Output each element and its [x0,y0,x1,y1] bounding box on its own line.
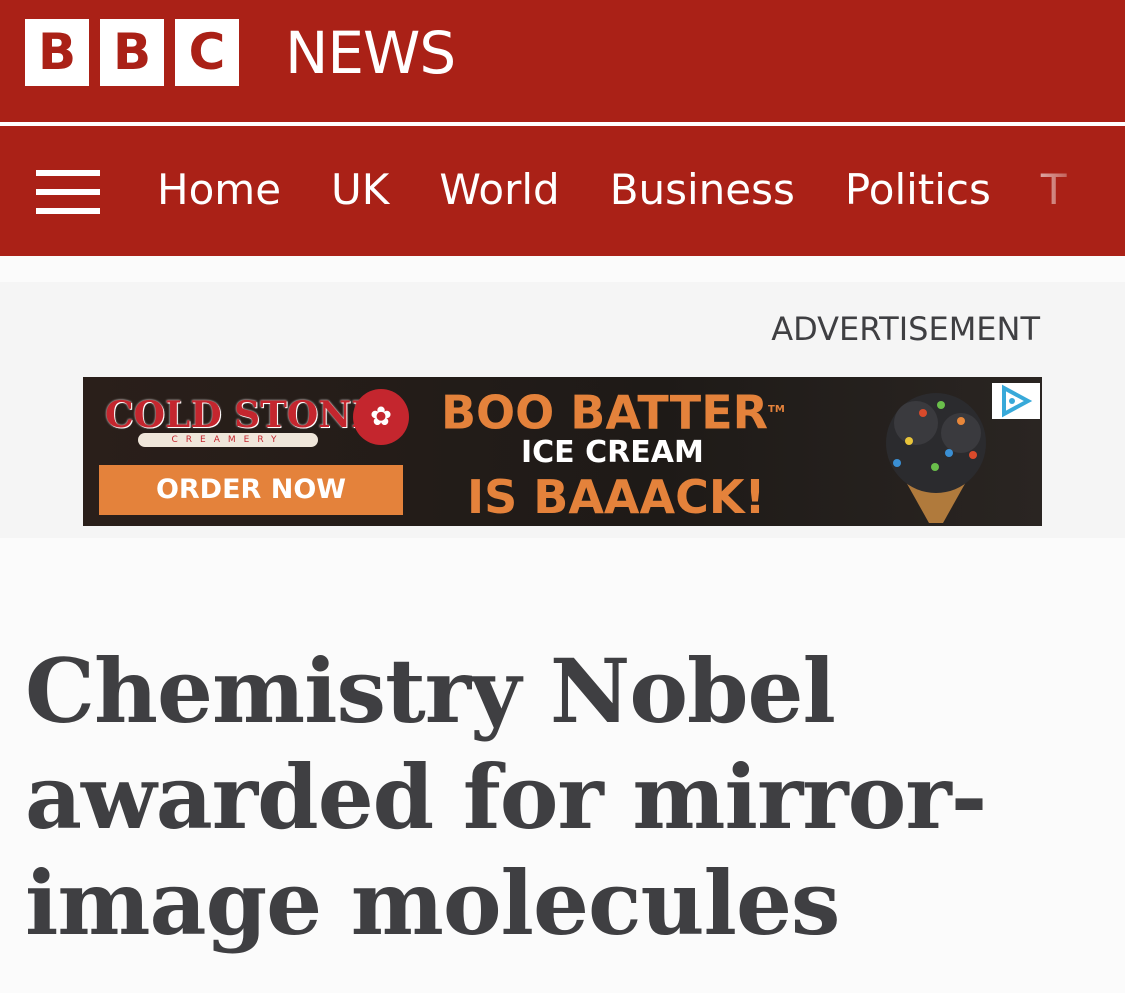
nav-item-business[interactable]: Business [610,164,795,216]
ad-headline-line3: IS BAAACK! [467,470,766,524]
ad-line1-text: BOO BATTER [441,385,769,440]
nav-item-world[interactable]: World [439,164,559,216]
ad-headline-line1: BOO BATTERTM [441,381,785,441]
nav-item-uk[interactable]: UK [331,164,389,216]
ice-cream-cone-image [886,393,986,523]
adchoices-triangle-icon [1002,384,1033,418]
logo-letter-c: C [175,19,239,86]
news-wordmark[interactable]: NEWS [285,15,456,91]
nav-item-partial[interactable]: T [1041,164,1067,216]
primary-nav: Home UK World Business Politics T [0,126,1125,256]
nav-items: Home UK World Business Politics T [157,164,1117,216]
adchoices-icon[interactable] [992,383,1040,419]
bbc-logo[interactable]: B B C [25,19,239,86]
hamburger-menu-icon[interactable] [36,170,100,214]
ad-brand-subtitle: CREAMERY [138,433,318,447]
nav-item-home[interactable]: Home [157,164,281,216]
ad-headline-line2: ICE CREAM [521,435,704,470]
ad-trademark: TM [768,404,785,415]
masthead: B B C NEWS [0,0,1125,122]
ad-banner[interactable]: COLD STONE CREAMERY ✿ ORDER NOW BOO BATT… [83,377,1042,526]
logo-letter-b1: B [25,19,89,86]
advertisement-area: ADVERTISEMENT COLD STONE CREAMERY ✿ ORDE… [0,282,1125,538]
article-headline: Chemistry Nobel awarded for mirror-image… [25,639,987,955]
ad-order-now-button[interactable]: ORDER NOW [99,465,403,515]
advertisement-label: ADVERTISEMENT [771,310,1040,348]
logo-letter-b2: B [100,19,164,86]
ice-cream-emblem-icon: ✿ [353,389,409,445]
nav-item-politics[interactable]: Politics [845,164,991,216]
